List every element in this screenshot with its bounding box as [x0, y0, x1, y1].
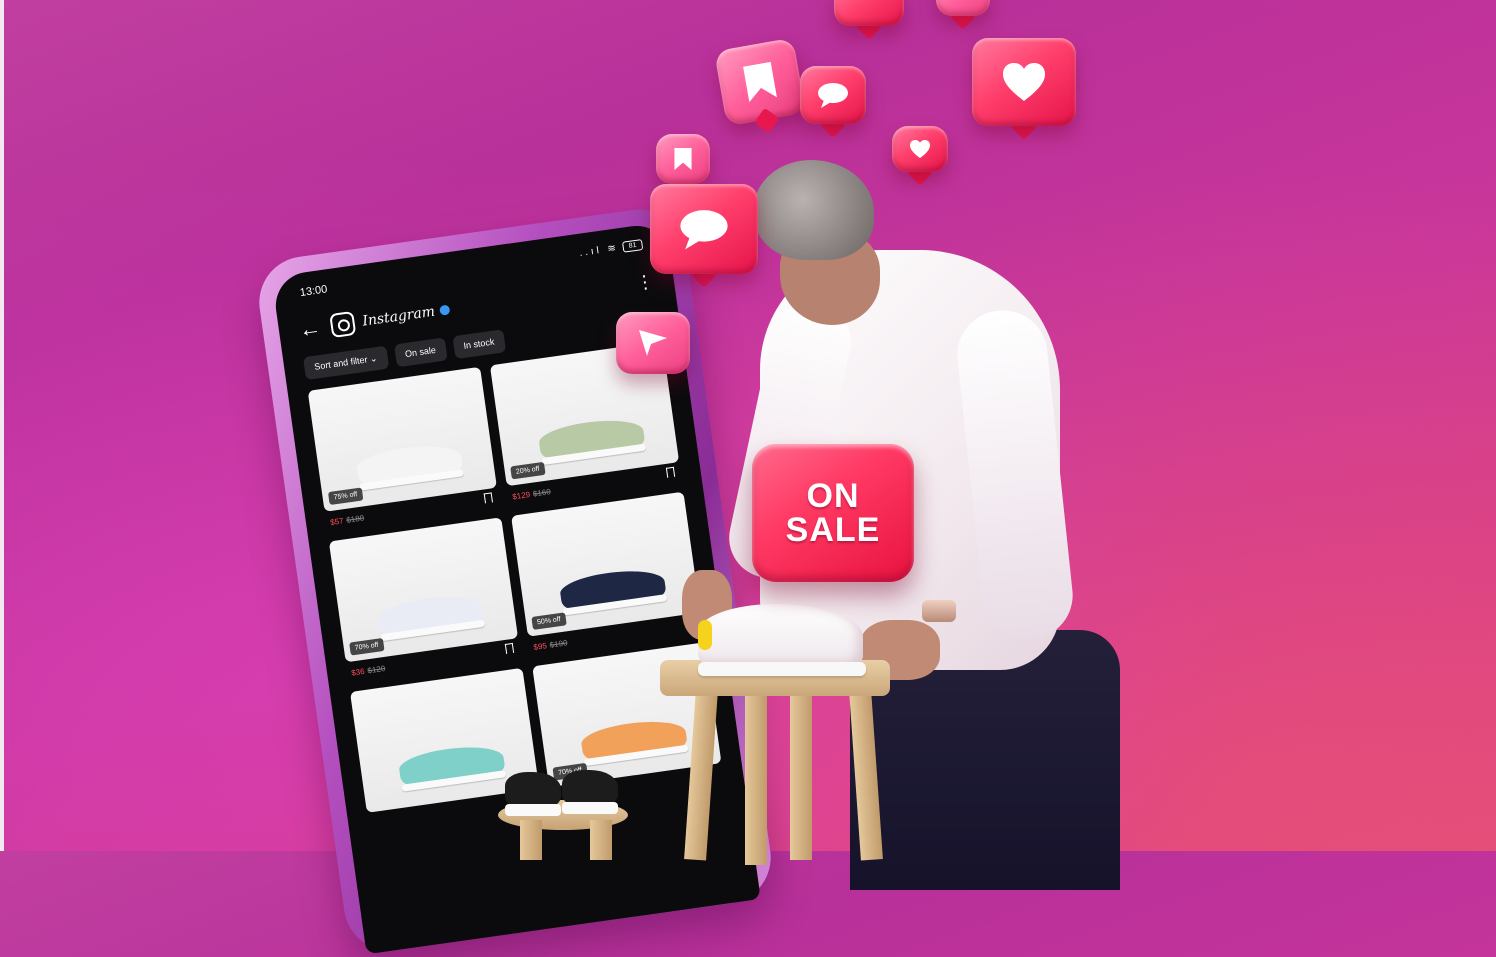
discount-badge: 50% off — [531, 612, 567, 630]
comment-bubble — [800, 66, 866, 124]
chip-sort-filter[interactable]: Sort and filter ⌄ — [302, 345, 389, 381]
stool-leg — [745, 695, 767, 865]
bookmark-icon — [739, 59, 781, 105]
sale-price: $129 $160 — [511, 487, 552, 502]
status-time: 13:00 — [299, 283, 329, 300]
sale-text-line1: ON — [806, 477, 860, 515]
heart-bubble — [892, 126, 948, 172]
hair — [754, 160, 874, 260]
verified-badge-icon — [439, 304, 451, 316]
discount-badge: 70% off — [349, 638, 385, 656]
reaction-bubble — [936, 0, 990, 16]
bookmark-bubble — [714, 37, 806, 127]
on-sale-bubble: ON SALE — [752, 444, 914, 582]
product-grid: 75% off $57 $180 20% off $129 $160 70% o… — [307, 341, 722, 813]
sneaker-image — [537, 414, 646, 460]
page-edge — [0, 0, 4, 851]
product-card[interactable]: 70% off $36 $120 — [328, 517, 521, 684]
original-price: $190 — [549, 638, 569, 650]
original-price: $180 — [345, 513, 365, 525]
bookmark-icon[interactable] — [483, 492, 493, 504]
sale-price: $36 $120 — [350, 663, 386, 678]
back-arrow-icon[interactable]: ← — [297, 314, 326, 343]
comment-icon — [816, 81, 850, 109]
sneaker-image — [558, 565, 667, 610]
more-options-icon[interactable]: ⋮ — [634, 271, 655, 293]
instagram-logo-icon — [329, 310, 357, 339]
heart-icon — [909, 139, 931, 159]
black-sneaker — [562, 770, 618, 814]
original-price: $120 — [366, 663, 386, 676]
bookmark-icon — [672, 146, 694, 172]
wristwatch — [922, 600, 956, 622]
bookmark-bubble — [656, 134, 710, 184]
bookmark-icon[interactable] — [665, 466, 676, 478]
small-stool-leg — [590, 820, 612, 860]
sneaker-image — [397, 741, 506, 786]
sneaker-image — [579, 715, 688, 761]
discount-badge: 75% off — [327, 487, 364, 506]
white-sneaker — [698, 600, 868, 690]
chip-in-stock[interactable]: In stock — [452, 329, 506, 360]
send-icon — [637, 328, 669, 358]
small-stool-leg — [520, 820, 542, 860]
discount-badge: 20% off — [510, 461, 546, 480]
comment-bubble — [650, 184, 758, 274]
product-image: 70% off — [328, 517, 519, 663]
sale-price: $95 $190 — [532, 638, 569, 653]
sale-text-line2: SALE — [785, 511, 881, 549]
stool-leg — [790, 690, 812, 860]
product-image: 50% off — [511, 491, 701, 637]
account-name: Instagram — [361, 303, 436, 330]
product-image: 75% off — [307, 366, 497, 512]
signal-wifi-icon: ..ıl ≋ 81 — [579, 239, 644, 259]
black-sneaker — [505, 772, 561, 816]
sale-price: $57 $180 — [329, 513, 365, 528]
heart-bubble — [972, 38, 1076, 126]
reaction-bubble — [834, 0, 904, 26]
bookmark-icon[interactable] — [504, 642, 515, 654]
product-card[interactable]: 50% off $95 $190 — [511, 491, 703, 659]
battery-icon: 81 — [621, 239, 644, 253]
sneaker-image — [376, 590, 485, 636]
heart-icon — [1001, 61, 1047, 103]
comment-icon — [677, 207, 731, 251]
original-price: $160 — [532, 487, 552, 499]
sneaker-image — [355, 440, 463, 485]
product-card[interactable]: 75% off $57 $180 — [307, 366, 500, 534]
chip-on-sale[interactable]: On sale — [393, 337, 448, 368]
send-bubble — [616, 312, 690, 374]
